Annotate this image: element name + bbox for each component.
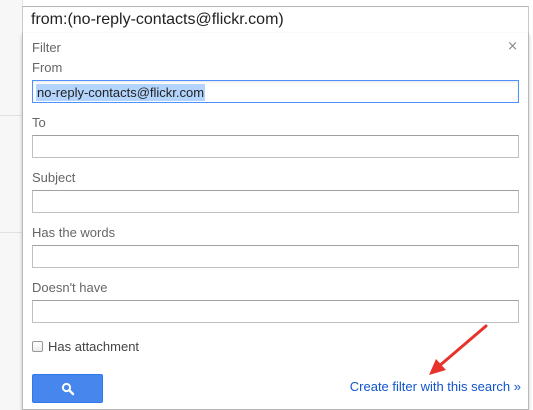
has-attachment-checkbox[interactable]	[32, 340, 43, 352]
from-label: From	[32, 60, 63, 75]
close-icon[interactable]: ×	[507, 39, 518, 54]
filter-panel: Filter × From no-reply-contacts@flickr.c…	[22, 33, 529, 410]
create-filter-link[interactable]: Create filter with this search »	[350, 379, 521, 394]
search-button[interactable]	[32, 374, 103, 403]
subject-field[interactable]	[32, 190, 519, 213]
to-label: To	[32, 115, 46, 130]
doesnt-have-field[interactable]	[32, 300, 519, 323]
has-words-field[interactable]	[32, 245, 519, 268]
has-words-label: Has the words	[32, 225, 116, 240]
subject-label: Subject	[32, 170, 76, 185]
search-query-text[interactable]: from:(no-reply-contacts@flickr.com)	[31, 11, 284, 29]
panel-title: Filter	[32, 40, 61, 55]
has-attachment-label[interactable]: Has attachment	[48, 339, 139, 354]
search-icon	[61, 382, 74, 395]
search-box[interactable]: from:(no-reply-contacts@flickr.com)	[22, 6, 529, 34]
doesnt-have-label: Doesn't have	[32, 280, 108, 295]
background-left-strip	[0, 0, 23, 410]
has-attachment-row[interactable]: Has attachment	[32, 338, 139, 354]
background-divider	[0, 232, 22, 233]
to-field[interactable]	[32, 135, 519, 158]
from-field[interactable]	[32, 80, 519, 103]
background-divider	[0, 115, 22, 116]
